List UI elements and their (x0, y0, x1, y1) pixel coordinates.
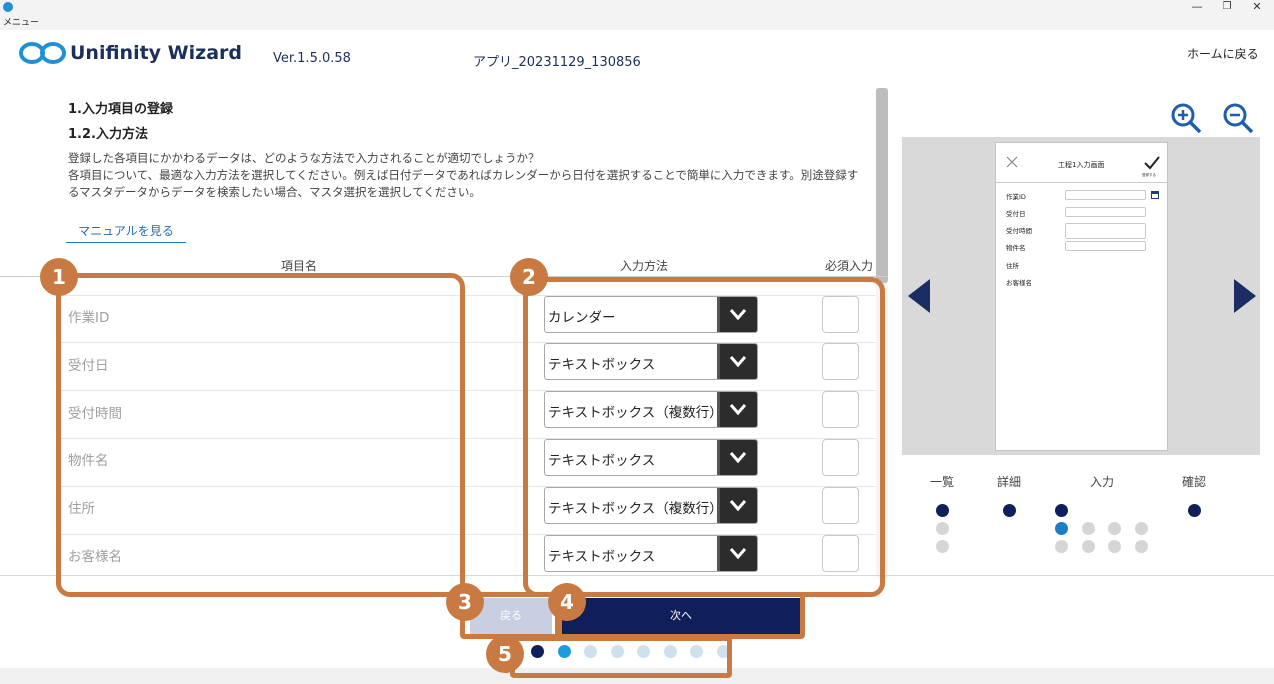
home-link[interactable]: ホームに戻る (1187, 45, 1259, 62)
section-title: 1.入力項目の登録 (68, 102, 173, 117)
step-dot (1081, 540, 1095, 553)
phone-field-label: お客様名 (1006, 279, 1032, 287)
phone-field-input (1065, 190, 1146, 200)
callout-badge-3: 3 (446, 583, 484, 621)
subsection-title: 1.2.入力方法 (68, 127, 148, 142)
phone-field-label: 作業ID (1006, 193, 1026, 201)
chevron-left-icon[interactable] (908, 279, 930, 313)
step-dot (1134, 522, 1148, 535)
close-button[interactable]: ✕ (1242, 0, 1272, 14)
step-dot (1055, 504, 1068, 517)
step-label: 一覧 (930, 475, 955, 489)
phone-field-input (1065, 223, 1146, 239)
step-dot (936, 504, 949, 517)
app-icon (3, 2, 13, 12)
phone-preview: 工程1入力画面 登録する 作業ID 受付日 受付時間 物件名 住所 お客様名 (995, 142, 1168, 451)
maximize-button[interactable]: ❐ (1212, 0, 1242, 14)
callout-badge-4: 4 (548, 583, 586, 621)
zoom-out-icon[interactable] (1222, 102, 1254, 134)
step-dot (936, 522, 949, 535)
step-label: 入力 (1090, 475, 1115, 489)
check-icon (1144, 156, 1160, 170)
app-title: アプリ_20231129_130856 (473, 55, 641, 70)
step-dot (1108, 522, 1121, 535)
step-label: 詳細 (997, 475, 1022, 489)
description-line-2: 各項目について、最適な入力方法を選択してください。例えば日付データであればカレン… (68, 168, 859, 199)
phone-field-input (1065, 207, 1146, 217)
step-label: 確認 (1182, 475, 1207, 489)
chevron-right-icon[interactable] (1234, 279, 1256, 313)
callout-box-2 (523, 277, 885, 597)
phone-field-label: 住所 (1006, 262, 1019, 270)
step-dot (1055, 522, 1068, 535)
callout-badge-1: 1 (40, 258, 78, 296)
zoom-in-icon[interactable] (1170, 102, 1202, 134)
minimize-button[interactable]: — (1182, 0, 1212, 14)
callout-box-4 (557, 592, 805, 639)
callout-box-1 (56, 273, 465, 597)
step-dot (936, 540, 949, 553)
phone-field-label: 物件名 (1006, 244, 1026, 252)
step-dot (1055, 540, 1068, 553)
phone-confirm-label: 登録する (1142, 173, 1156, 177)
step-dot (1081, 522, 1095, 535)
column-header-required: 必須入力 (825, 259, 874, 273)
phone-header: 工程1入力画面 登録する (996, 143, 1167, 183)
step-dot (1003, 504, 1016, 517)
column-header-method: 入力方法 (620, 259, 669, 273)
phone-field-input (1065, 241, 1146, 251)
step-dot (1108, 540, 1121, 553)
step-dot (1134, 540, 1148, 553)
menu-label[interactable]: メニュー (3, 15, 39, 28)
phone-field-label: 受付日 (1006, 210, 1026, 218)
scrollbar-thumb[interactable] (876, 88, 888, 283)
phone-screen-title: 工程1入力画面 (1058, 161, 1105, 169)
calendar-icon (1151, 191, 1159, 199)
phone-field-label: 受付時間 (1006, 227, 1032, 235)
callout-badge-2: 2 (510, 258, 548, 296)
step-dot (1188, 504, 1201, 517)
column-header-item: 項目名 (281, 259, 318, 273)
version-label: Ver.1.5.0.58 (273, 51, 351, 66)
window-titlebar: メニュー — ❐ ✕ (0, 0, 1274, 30)
unifinity-logo-icon (19, 42, 66, 64)
close-icon (1006, 156, 1018, 168)
callout-box-5 (510, 636, 732, 678)
app-name: Unifinity Wizard (70, 42, 242, 64)
manual-link[interactable]: マニュアルを見る (66, 221, 186, 243)
description: 登録した各項目にかかわるデータは、どのような方法で入力されることが適切でしょうか… (68, 150, 863, 201)
callout-badge-5: 5 (486, 635, 524, 673)
description-line-1: 登録した各項目にかかわるデータは、どのような方法で入力されることが適切でしょうか… (68, 151, 540, 165)
